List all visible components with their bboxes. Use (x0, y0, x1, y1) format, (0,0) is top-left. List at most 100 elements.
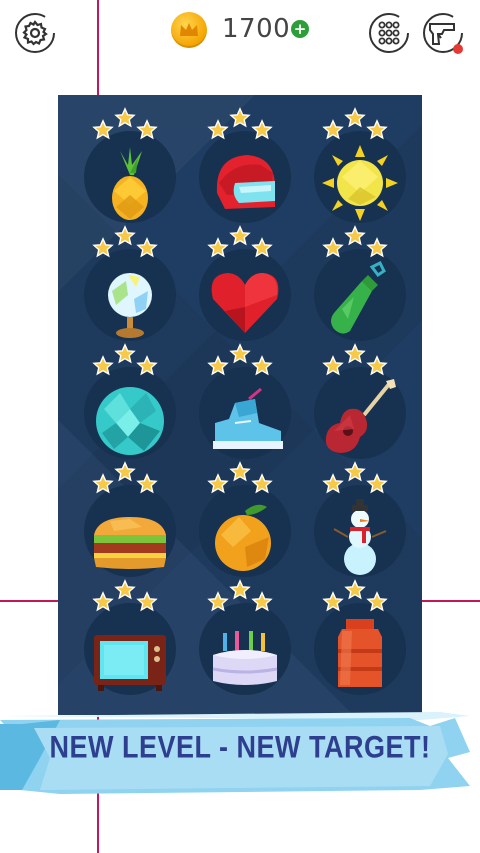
star-icon (92, 237, 114, 258)
settings-button[interactable] (12, 10, 58, 56)
star-icon (322, 237, 344, 258)
star-icon (207, 119, 229, 140)
star-rating (300, 225, 410, 259)
star-icon (136, 119, 158, 140)
level-item-snowman[interactable] (300, 461, 410, 587)
orange-icon (215, 504, 271, 571)
level-item-heart[interactable] (185, 225, 295, 351)
star-icon (136, 473, 158, 494)
star-icon (322, 355, 344, 376)
star-rating (300, 461, 410, 495)
star-rating (70, 579, 180, 613)
level-item-orange[interactable] (185, 461, 295, 587)
grid-dots-icon (369, 13, 409, 53)
sneaker-icon (213, 387, 283, 449)
burger-icon (94, 517, 166, 569)
star-icon (114, 107, 136, 128)
star-rating (185, 579, 295, 613)
coin-icon (171, 12, 207, 48)
disco-ball-icon (96, 387, 164, 455)
star-rating (70, 225, 180, 259)
star-icon (207, 473, 229, 494)
star-icon (229, 461, 251, 482)
star-icon (136, 591, 158, 612)
level-item-bottle[interactable] (300, 225, 410, 351)
level-item-cake[interactable] (185, 579, 295, 705)
weapons-button[interactable] (420, 10, 466, 56)
star-rating (70, 461, 180, 495)
star-icon (344, 461, 366, 482)
star-rating (185, 343, 295, 377)
top-bar: 1700 + (0, 0, 480, 70)
gun-icon (423, 13, 463, 54)
pineapple-icon (112, 147, 148, 220)
helmet-icon (216, 155, 275, 209)
star-icon (114, 225, 136, 246)
star-rating (70, 107, 180, 141)
canister-icon (338, 619, 382, 687)
level-item-pineapple[interactable] (70, 107, 180, 233)
guide-line-right (422, 600, 480, 602)
level-item-canister[interactable] (300, 579, 410, 705)
star-rating (185, 225, 295, 259)
star-icon (207, 355, 229, 376)
star-rating (300, 343, 410, 377)
new-level-banner-text: NEW LEVEL - NEW TARGET! (49, 729, 431, 765)
star-icon (251, 237, 273, 258)
heart-icon (211, 273, 279, 333)
star-icon (366, 119, 388, 140)
star-rating (185, 461, 295, 495)
star-icon (207, 591, 229, 612)
star-icon (322, 119, 344, 140)
levels-button[interactable] (366, 10, 412, 56)
star-icon (251, 119, 273, 140)
coin-count: 1700 (222, 14, 291, 44)
cake-icon (212, 631, 278, 685)
level-item-disco-ball[interactable] (70, 343, 180, 469)
level-item-tv[interactable] (70, 579, 180, 705)
star-icon (114, 579, 136, 600)
star-rating (70, 343, 180, 377)
level-item-sneaker[interactable] (185, 343, 295, 469)
star-icon (92, 119, 114, 140)
star-rating (300, 579, 410, 613)
tv-icon (94, 635, 166, 691)
level-item-guitar[interactable] (300, 343, 410, 469)
star-icon (136, 237, 158, 258)
star-icon (366, 591, 388, 612)
star-icon (366, 237, 388, 258)
level-item-globe[interactable] (70, 225, 180, 351)
level-item-sun[interactable] (300, 107, 410, 233)
star-icon (92, 591, 114, 612)
gear-icon (15, 13, 55, 53)
star-icon (344, 225, 366, 246)
star-icon (92, 473, 114, 494)
guitar-icon (325, 379, 396, 453)
star-icon (344, 107, 366, 128)
level-item-helmet[interactable] (185, 107, 295, 233)
add-coins-button[interactable]: + (291, 20, 309, 38)
star-icon (229, 225, 251, 246)
star-icon (114, 461, 136, 482)
star-icon (322, 591, 344, 612)
bottle-icon (331, 261, 386, 334)
star-icon (229, 579, 251, 600)
star-icon (322, 473, 344, 494)
level-board (58, 95, 422, 715)
star-icon (229, 107, 251, 128)
star-rating (185, 107, 295, 141)
star-icon (251, 473, 273, 494)
level-item-burger[interactable] (70, 461, 180, 587)
star-icon (229, 343, 251, 364)
star-icon (344, 579, 366, 600)
star-icon (207, 237, 229, 258)
star-rating (300, 107, 410, 141)
star-icon (136, 355, 158, 376)
snowman-icon (333, 499, 387, 575)
star-icon (114, 343, 136, 364)
star-icon (92, 355, 114, 376)
star-icon (366, 355, 388, 376)
star-icon (251, 355, 273, 376)
star-icon (344, 343, 366, 364)
notification-dot (453, 44, 463, 54)
